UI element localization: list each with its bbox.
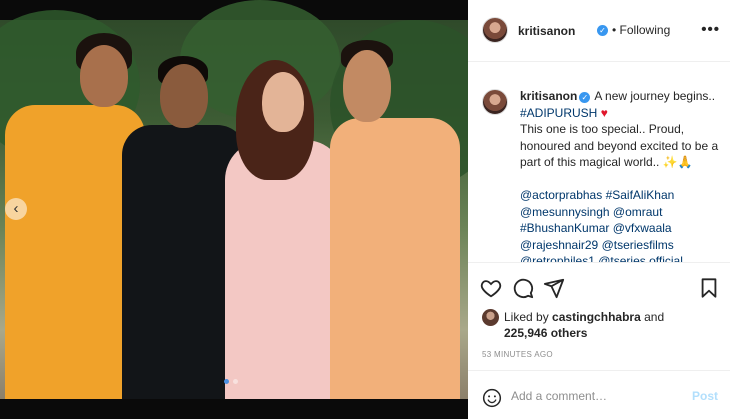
red-heart-emoji: ♥ (600, 105, 608, 120)
author-avatar[interactable] (482, 17, 508, 43)
caption-username[interactable]: kritisanon (520, 89, 577, 103)
paper-plane-icon[interactable] (543, 277, 565, 304)
mention-link[interactable]: #BhushanKumar (520, 221, 609, 235)
caption-line1: A new journey begins.. (594, 89, 716, 103)
bookmark-icon[interactable] (698, 277, 720, 304)
caption-text: kritisanon ✓ A new journey begins.. #ADIPU… (520, 88, 720, 262)
mention-link[interactable]: #SaifAliKhan (606, 188, 675, 202)
post-timestamp[interactable]: 53 MINUTES AGO (482, 350, 553, 359)
author-username[interactable]: kritisanon (518, 24, 575, 38)
more-options-icon[interactable]: ••• (701, 21, 720, 38)
liker-avatar[interactable] (482, 309, 499, 326)
carousel-dots (224, 379, 238, 384)
post-actions-bar (468, 262, 730, 314)
hashtag-link[interactable]: #ADIPURUSH (520, 106, 597, 120)
mention-link[interactable]: @retrophiles1 (520, 254, 595, 262)
mention-link[interactable]: @tseries.official (598, 254, 683, 262)
comment-input[interactable] (511, 386, 681, 406)
carousel-prev-button[interactable]: ‹ (5, 198, 27, 220)
mention-link[interactable]: @rajeshnair29 (520, 238, 598, 252)
mention-link[interactable]: @vfxwaala (613, 221, 672, 235)
liked-by-line: Liked by castingchhabra and (504, 310, 664, 324)
mention-link[interactable]: @mesunnysingh (520, 205, 610, 219)
caption-author-avatar[interactable] (482, 89, 508, 115)
photo-letterbox-bottom (0, 399, 468, 419)
liker-username[interactable]: castingchhabra (552, 310, 641, 324)
follow-status-button[interactable]: • Following (612, 23, 670, 37)
carousel-dot-active (224, 379, 229, 384)
follow-status-label: Following (619, 23, 671, 37)
likes-count[interactable]: 225,946 others (504, 326, 587, 340)
post-caption: kritisanon ✓ A new journey begins.. #ADIPU… (468, 62, 730, 262)
verified-badge-icon: ✓ (579, 92, 591, 103)
smiley-icon[interactable] (482, 388, 502, 413)
carousel-dot (233, 379, 238, 384)
verified-badge-icon: ✓ (597, 25, 608, 36)
post-photo[interactable]: ‹ (0, 0, 468, 419)
comment-form: Post (468, 370, 730, 419)
sparkles-prayer-emoji: ✨🙏 (662, 155, 693, 169)
post-header: kritisanon ✓ • Following ••• (468, 0, 730, 62)
comment-icon[interactable] (512, 277, 534, 304)
liked-by-suffix: and (644, 310, 665, 324)
mention-link[interactable]: @actorprabhas (520, 188, 602, 202)
mention-link[interactable]: @tseriesfilms (602, 238, 674, 252)
post-comment-button[interactable]: Post (692, 389, 718, 403)
heart-icon[interactable] (480, 277, 502, 304)
post-details-panel: kritisanon ✓ • Following ••• kritisanon ✓… (468, 0, 730, 419)
mention-link[interactable]: @omraut (613, 205, 663, 219)
liked-by-prefix: Liked by (504, 310, 549, 324)
